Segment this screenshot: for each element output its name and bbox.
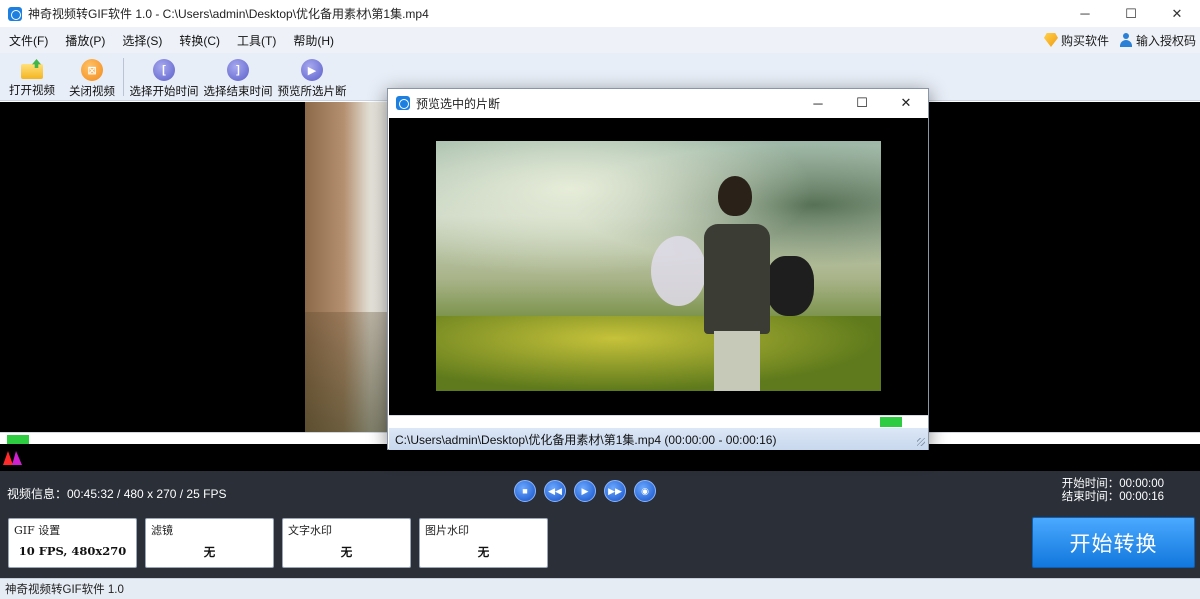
preview-selection-label: 预览所选片断: [277, 86, 347, 98]
fast-forward-button[interactable]: ▶▶: [604, 480, 626, 502]
snapshot-button[interactable]: ◉: [634, 480, 656, 502]
end-bracket-icon: ]: [227, 59, 249, 81]
select-end-time-label: 选择结束时间: [203, 86, 273, 98]
dialog-window-controls: ─ ☐ ✕: [796, 89, 928, 117]
open-folder-icon: [20, 60, 44, 80]
dialog-minimize-button[interactable]: ─: [796, 89, 840, 117]
menu-right-actions: 购买软件 输入授权码: [1043, 27, 1196, 53]
text-watermark-title: 文字水印: [288, 524, 332, 537]
start-bracket-icon: [: [153, 59, 175, 81]
buy-software-link[interactable]: 购买软件: [1043, 32, 1109, 49]
open-video-label: 打开视频: [9, 85, 55, 97]
filter-box[interactable]: 滤镜 无: [145, 518, 274, 568]
start-convert-button[interactable]: 开始转换: [1032, 517, 1195, 568]
close-video-label: 关闭视频: [69, 86, 115, 98]
close-button[interactable]: ✕: [1154, 0, 1200, 27]
main-progress-fill: [7, 435, 29, 444]
status-bar: 神奇视频转GIF软件 1.0: [0, 578, 1200, 599]
menu-help[interactable]: 帮助(H): [285, 32, 342, 49]
preview-progress-fill: [880, 417, 902, 427]
window-title: 神奇视频转GIF软件 1.0 - C:\Users\admin\Desktop\…: [28, 7, 429, 21]
toolbar-separator: [123, 58, 124, 96]
text-watermark-value: 无: [340, 545, 353, 559]
dialog-app-icon: [396, 96, 410, 110]
window-controls: ─ ☐ ✕: [1062, 0, 1200, 27]
select-start-time-label: 选择开始时间: [129, 86, 199, 98]
menu-convert[interactable]: 转换(C): [171, 32, 228, 49]
playback-controls: ■ ◀◀ ▶ ▶▶ ◉: [514, 480, 656, 502]
end-time: 结束时间：00:00:16: [1061, 491, 1164, 503]
preview-progress-track[interactable]: [389, 415, 928, 427]
selection-time-info: 开始时间：00:00:00 结束时间：00:00:16: [1062, 478, 1164, 504]
resize-grip-icon[interactable]: [917, 438, 925, 446]
diamond-icon: [1043, 33, 1058, 47]
select-start-time-button[interactable]: [ 选择开始时间: [127, 53, 201, 101]
video-info: 视频信息：00:45:32 / 480 x 270 / 25 FPS: [7, 487, 227, 501]
minimize-button[interactable]: ─: [1062, 0, 1108, 27]
preview-dialog: 预览选中的片断 ─ ☐ ✕ C:\Users\admin\Desktop\优化备…: [387, 88, 929, 450]
menu-select[interactable]: 选择(S): [114, 32, 170, 49]
preview-video-area[interactable]: [389, 118, 928, 415]
menu-play[interactable]: 播放(P): [57, 32, 113, 49]
preview-dialog-titlebar[interactable]: 预览选中的片断 ─ ☐ ✕: [388, 89, 928, 117]
end-marker[interactable]: [12, 451, 22, 465]
title-bar: 神奇视频转GIF软件 1.0 - C:\Users\admin\Desktop\…: [0, 0, 1200, 27]
enter-license-link[interactable]: 输入授权码: [1119, 32, 1196, 49]
gif-settings-box[interactable]: GIF 设置 10 FPS, 480x270: [8, 518, 137, 568]
enter-license-label: 输入授权码: [1135, 33, 1196, 48]
user-icon: [1119, 33, 1133, 47]
image-watermark-box[interactable]: 图片水印 无: [419, 518, 548, 568]
filter-value: 无: [203, 545, 216, 559]
dialog-close-button[interactable]: ✕: [884, 89, 928, 117]
start-time: 开始时间：00:00:00: [1061, 478, 1164, 490]
preview-dialog-title: 预览选中的片断: [416, 96, 501, 111]
gif-settings-title: GIF 设置: [14, 524, 61, 537]
image-watermark-value: 无: [477, 545, 490, 559]
filter-title: 滤镜: [151, 524, 173, 537]
app-icon: [8, 6, 22, 21]
close-video-button[interactable]: ⊠ 关闭视频: [64, 53, 120, 101]
close-video-icon: ⊠: [81, 59, 103, 81]
stop-button[interactable]: ■: [514, 480, 536, 502]
play-button[interactable]: ▶: [574, 480, 596, 502]
preview-status: C:\Users\admin\Desktop\优化备用素材\第1集.mp4 (0…: [389, 428, 928, 450]
dialog-maximize-button[interactable]: ☐: [840, 89, 884, 117]
preview-selection-button[interactable]: ▶ 预览所选片断: [275, 53, 349, 101]
menu-tools[interactable]: 工具(T): [229, 32, 284, 49]
image-watermark-title: 图片水印: [425, 524, 469, 537]
open-video-button[interactable]: 打开视频: [0, 53, 64, 101]
control-panel: 视频信息：00:45:32 / 480 x 270 / 25 FPS ■ ◀◀ …: [0, 471, 1200, 578]
menu-file[interactable]: 文件(F): [1, 32, 56, 49]
play-preview-icon: ▶: [301, 59, 323, 81]
maximize-button[interactable]: ☐: [1108, 0, 1154, 27]
buy-software-label: 购买软件: [1060, 33, 1109, 48]
menu-bar: 文件(F) 播放(P) 选择(S) 转换(C) 工具(T) 帮助(H) 购买软件…: [0, 27, 1200, 53]
select-end-time-button[interactable]: ] 选择结束时间: [201, 53, 275, 101]
text-watermark-box[interactable]: 文字水印 无: [282, 518, 411, 568]
rewind-button[interactable]: ◀◀: [544, 480, 566, 502]
gif-settings-value: 10 FPS, 480x270: [18, 544, 127, 558]
preview-video-frame: [436, 141, 881, 391]
